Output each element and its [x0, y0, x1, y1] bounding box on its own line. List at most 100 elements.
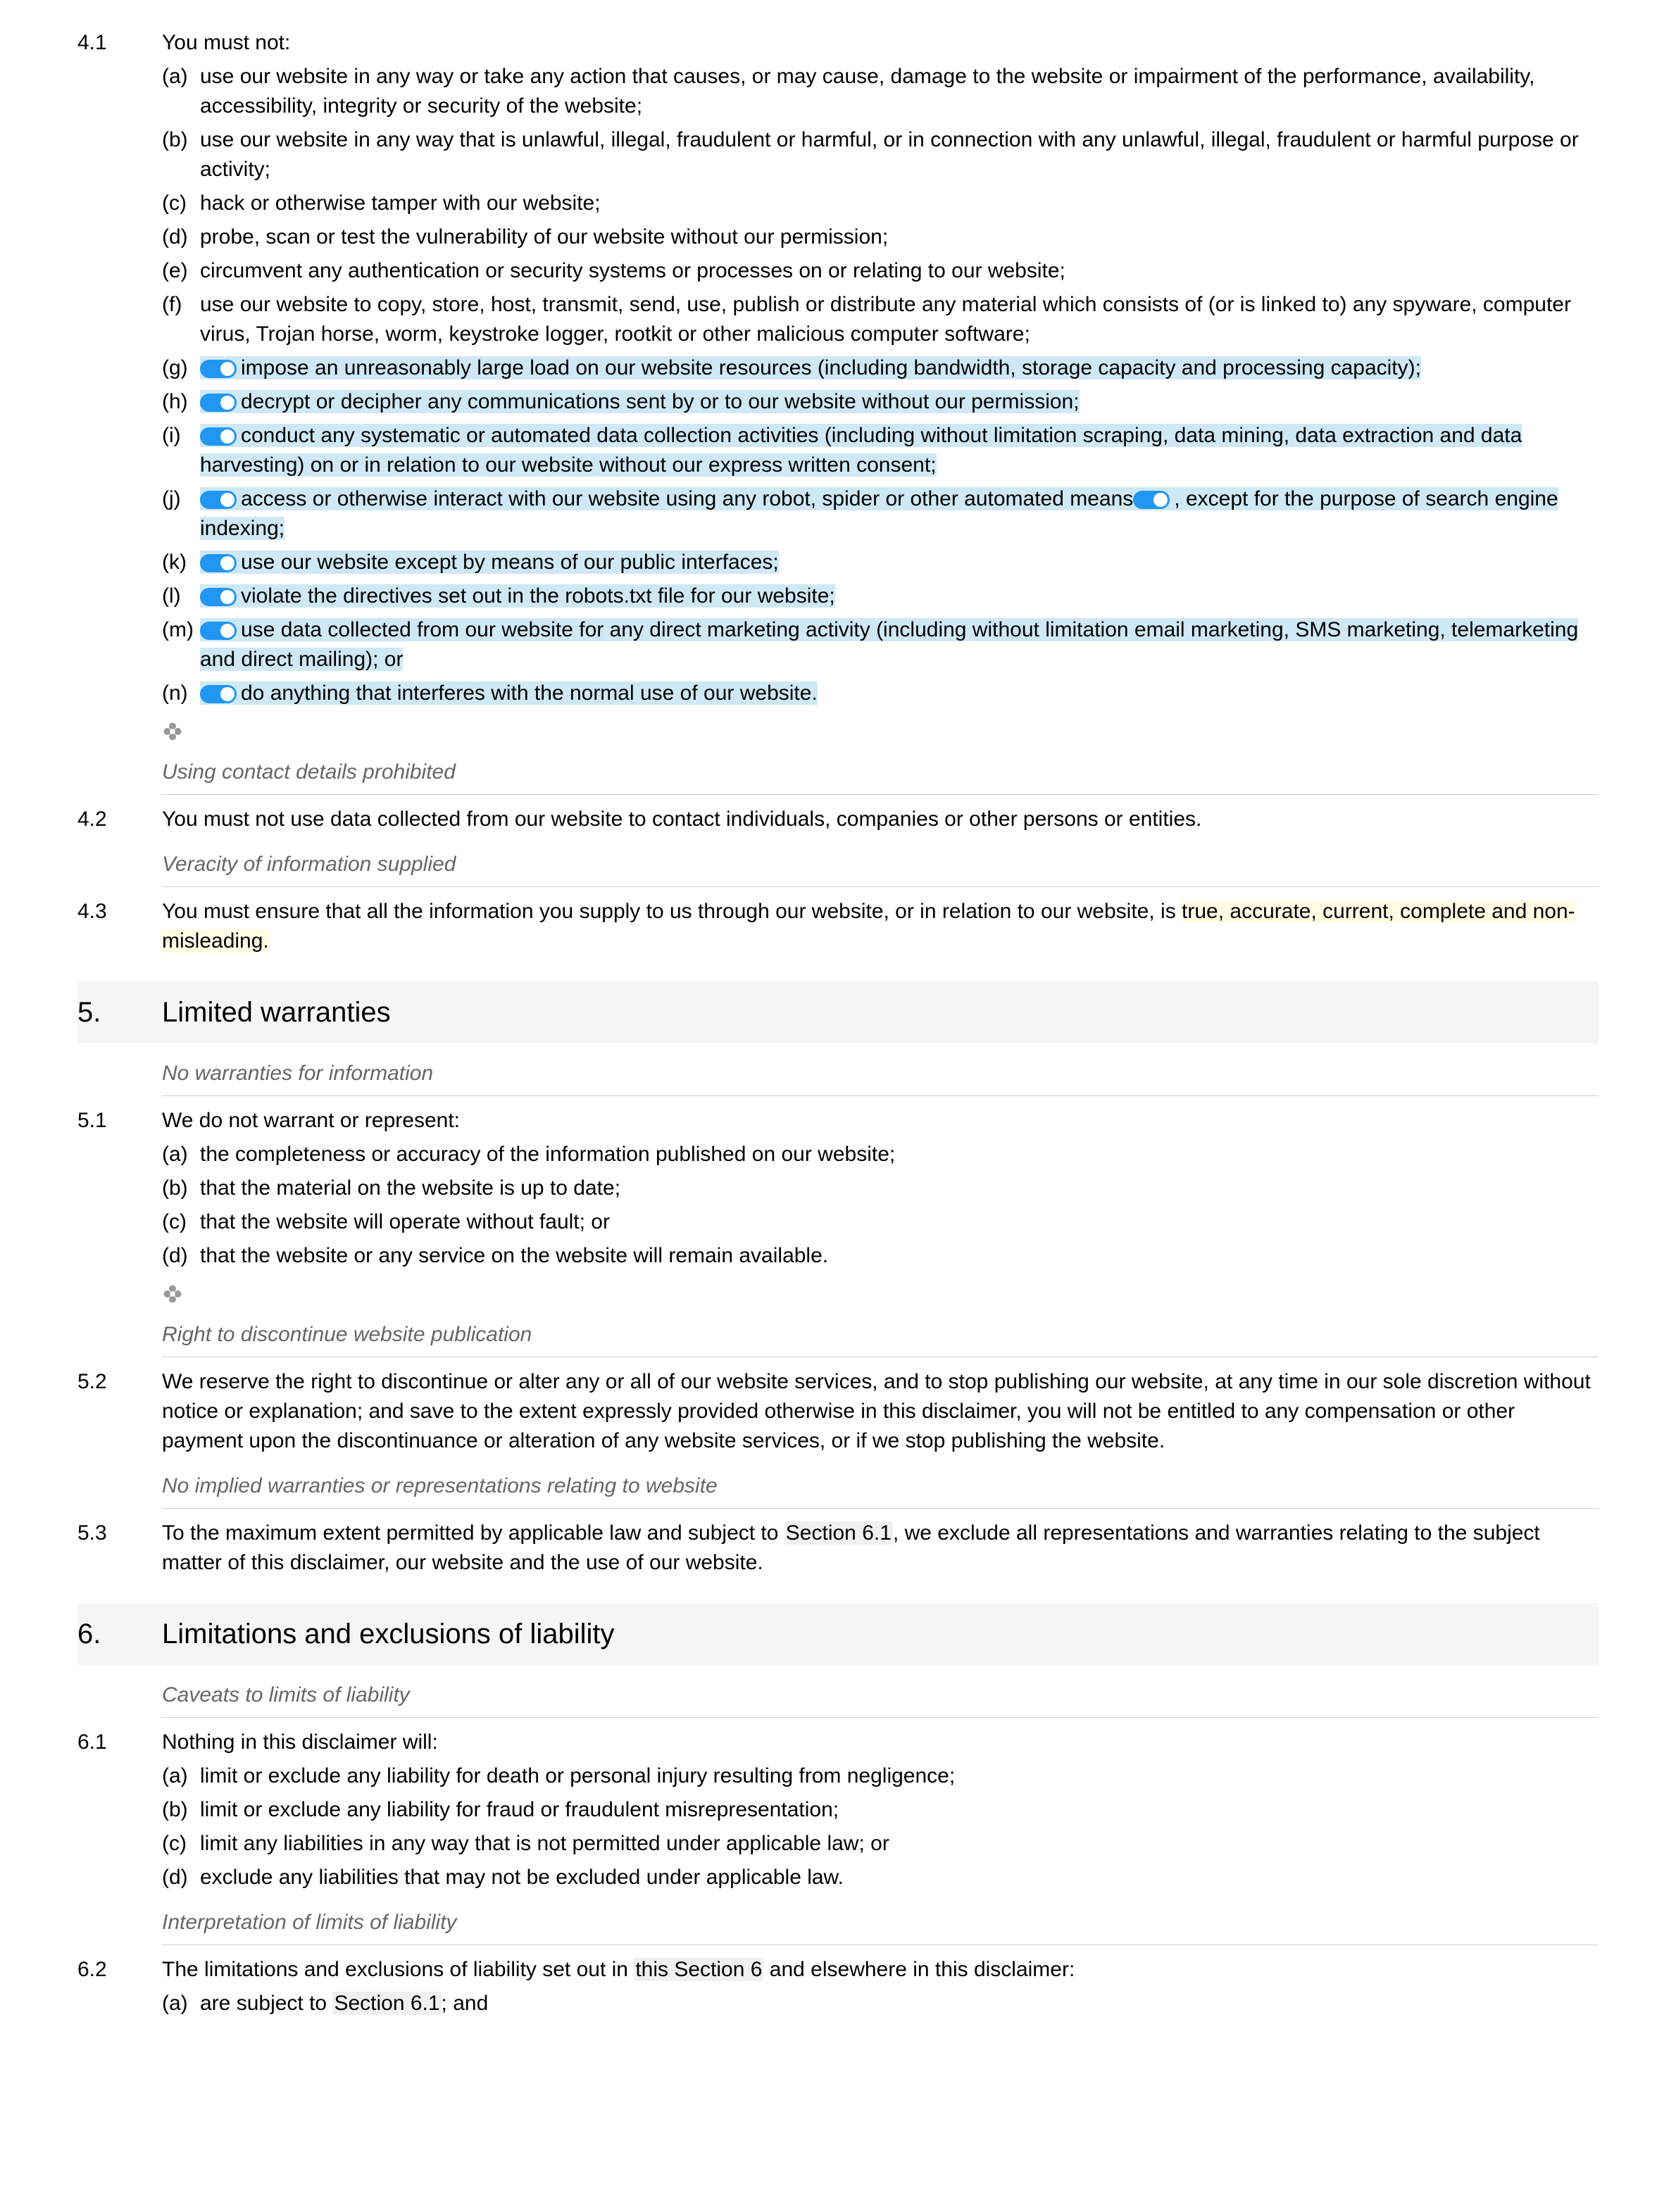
subitem-letter: (f): [162, 290, 200, 349]
note-caveats: Caveats to limits of liability: [162, 1680, 1599, 1718]
subitem-text: conduct any systematic or automated data…: [200, 421, 1599, 480]
subitem-d: (d)exclude any liabilities that may not …: [162, 1863, 1599, 1892]
toggle-icon[interactable]: [200, 588, 237, 606]
clause-number: 4.3: [77, 897, 162, 956]
subitem-text: violate the directives set out in the ro…: [200, 582, 1599, 611]
subitem-letter: (a): [162, 62, 200, 121]
subitem-letter: (j): [162, 484, 200, 543]
subitem-letter: (c): [162, 1829, 200, 1859]
clause-text: You must not use data collected from our…: [162, 805, 1599, 834]
subitem-letter: (d): [162, 1863, 200, 1892]
highlighted-text: use our website except by means of our p…: [241, 551, 779, 574]
toggle-icon[interactable]: [200, 554, 237, 572]
clause-text: To the maximum extent permitted by appli…: [162, 1519, 1599, 1578]
subitem-letter: (c): [162, 1207, 200, 1237]
clause-number: 6.2: [77, 1955, 162, 2018]
note-veracity: Veracity of information supplied: [162, 850, 1599, 887]
subitem-letter: (d): [162, 1241, 200, 1271]
subitem-e: (e)circumvent any authentication or secu…: [162, 256, 1599, 286]
subitem-letter: (m): [162, 615, 200, 674]
subitem-letter: (a): [162, 1761, 200, 1791]
subitem-text: use our website to copy, store, host, tr…: [200, 290, 1599, 349]
clause-number: 4.1: [77, 28, 162, 708]
subitem-letter: (b): [162, 1795, 200, 1825]
cross-reference[interactable]: Section 6.1: [332, 1992, 441, 2015]
subitem-a: (a)the completeness or accuracy of the i…: [162, 1140, 1599, 1169]
clause-5-3: 5.3 To the maximum extent permitted by a…: [77, 1519, 1599, 1578]
subitem-letter: (h): [162, 387, 200, 417]
clause-lead-text: The limitations and exclusions of liabil…: [162, 1955, 1599, 1985]
subitem-a: (a)use our website in any way or take an…: [162, 62, 1599, 121]
clause-body: Nothing in this disclaimer will: (a)limi…: [162, 1728, 1599, 1892]
highlighted-text: use data collected from our website for …: [200, 618, 1578, 671]
add-widget-icon[interactable]: [162, 1283, 1599, 1305]
clause-number: 4.2: [77, 805, 162, 834]
highlighted-text: conduct any systematic or automated data…: [200, 424, 1522, 477]
toggle-icon[interactable]: [200, 685, 237, 703]
toggle-icon[interactable]: [1133, 491, 1170, 509]
highlighted-text: do anything that interferes with the nor…: [241, 681, 818, 705]
clause-body: You must not: (a)use our website in any …: [162, 28, 1599, 708]
toggle-icon[interactable]: [200, 394, 237, 412]
toggle-icon[interactable]: [200, 491, 237, 509]
subitem-l: (l) violate the directives set out in the…: [162, 582, 1599, 611]
subitem-text: circumvent any authentication or securit…: [200, 256, 1599, 286]
clause-number: 6.1: [77, 1728, 162, 1892]
subitem-text: probe, scan or test the vulnerability of…: [200, 222, 1599, 252]
subitem-letter: (a): [162, 1140, 200, 1169]
subitem-text: use our website in any way or take any a…: [200, 62, 1599, 121]
subitem-text: limit any liabilities in any way that is…: [200, 1829, 1599, 1859]
subitem-a: (a)limit or exclude any liability for de…: [162, 1761, 1599, 1791]
section-title: Limited warranties: [162, 993, 1599, 1032]
cross-reference[interactable]: this Section 6: [634, 1958, 763, 1981]
subitem-letter: (l): [162, 582, 200, 611]
highlighted-text: violate the directives set out in the ro…: [241, 584, 835, 608]
clause-5-1: 5.1 We do not warrant or represent: (a)t…: [77, 1106, 1599, 1271]
clause-4-3: 4.3 You must ensure that all the informa…: [77, 897, 1599, 956]
clause-body: We do not warrant or represent: (a)the c…: [162, 1106, 1599, 1271]
section-5-header: 5. Limited warranties: [77, 981, 1599, 1043]
subitem-j: (j)access or otherwise interact with our…: [162, 484, 1599, 543]
subitem-text: the completeness or accuracy of the info…: [200, 1140, 1599, 1169]
subitem-b: (b)limit or exclude any liability for fr…: [162, 1795, 1599, 1825]
subitem-b: (b)use our website in any way that is un…: [162, 125, 1599, 184]
subitem-text: limit or exclude any liability for fraud…: [200, 1795, 1599, 1825]
subitem-c: (c)that the website will operate without…: [162, 1207, 1599, 1237]
subitem-letter: (i): [162, 421, 200, 480]
cross-reference[interactable]: Section 6.1: [784, 1521, 893, 1545]
subitem-d: (d)that the website or any service on th…: [162, 1241, 1599, 1271]
toggle-icon[interactable]: [200, 360, 237, 378]
subitem-text: use our website in any way that is unlaw…: [200, 125, 1599, 184]
section-number: 5.: [77, 993, 162, 1032]
clause-6-1: 6.1 Nothing in this disclaimer will: (a)…: [77, 1728, 1599, 1892]
clause-body: The limitations and exclusions of liabil…: [162, 1955, 1599, 2018]
section-title: Limitations and exclusions of liability: [162, 1614, 1599, 1654]
toggle-icon[interactable]: [200, 427, 237, 446]
subitem-g: (g)impose an unreasonably large load on …: [162, 353, 1599, 383]
add-widget-icon[interactable]: [162, 721, 1599, 742]
clause-lead-text: We do not warrant or represent:: [162, 1106, 1599, 1136]
clause-lead-text: Nothing in this disclaimer will:: [162, 1728, 1599, 1757]
subitem-text: use our website except by means of our p…: [200, 548, 1599, 577]
note-no-implied: No implied warranties or representations…: [162, 1471, 1599, 1509]
subitem-letter: (a): [162, 1989, 200, 2018]
subitem-text: hack or otherwise tamper with our websit…: [200, 189, 1599, 218]
subitem-c: (c)limit any liabilities in any way that…: [162, 1829, 1599, 1859]
section-number: 6.: [77, 1614, 162, 1654]
subitem-b: (b)that the material on the website is u…: [162, 1174, 1599, 1203]
subitem-text: that the website or any service on the w…: [200, 1241, 1599, 1271]
subitem-f: (f)use our website to copy, store, host,…: [162, 290, 1599, 349]
subitem-text: exclude any liabilities that may not be …: [200, 1863, 1599, 1892]
subitem-letter: (e): [162, 256, 200, 286]
subitem-i: (i)conduct any systematic or automated d…: [162, 421, 1599, 480]
subitem-a: (a)are subject to Section 6.1; and: [162, 1989, 1599, 2018]
subitem-letter: (b): [162, 1174, 200, 1203]
subitem-c: (c)hack or otherwise tamper with our web…: [162, 189, 1599, 218]
subitem-letter: (n): [162, 679, 200, 708]
subitem-text: access or otherwise interact with our we…: [200, 484, 1599, 543]
note-no-warranties: No warranties for information: [162, 1059, 1599, 1096]
toggle-icon[interactable]: [200, 622, 237, 640]
subitem-text: that the material on the website is up t…: [200, 1174, 1599, 1203]
highlighted-text: impose an unreasonably large load on our…: [241, 356, 1421, 379]
clause-number: 5.1: [77, 1106, 162, 1271]
